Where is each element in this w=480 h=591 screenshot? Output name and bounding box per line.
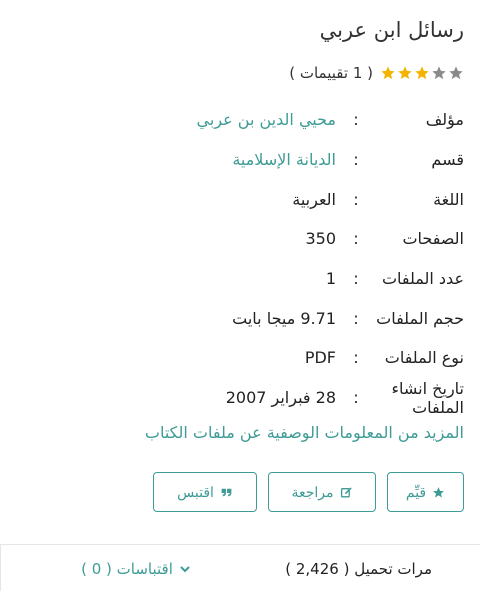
rating-stars[interactable] (379, 65, 464, 81)
meta-row-language: اللغة : العربية (14, 179, 464, 219)
colon: : (353, 388, 359, 408)
quote-label: اقتبس (177, 483, 214, 500)
star-filled-icon[interactable] (414, 65, 430, 81)
colon: : (353, 269, 359, 289)
meta-row-created: تاريخ انشاء الملفات : 28 فبراير 2007 (14, 378, 464, 418)
downloads-label: مرات تحميل (354, 559, 432, 578)
author-link[interactable]: محيي الدين بن عربي (197, 110, 336, 129)
star-empty-icon[interactable] (431, 65, 447, 81)
created-value: 28 فبراير 2007 (225, 388, 336, 408)
quotes-toggle[interactable]: اقتباسات ( 0 ) (0, 545, 247, 591)
category-link[interactable]: الديانة الإسلامية (232, 150, 336, 169)
author-label: مؤلف (425, 110, 464, 130)
meta-row-category: قسم : الديانة الإسلامية (14, 140, 464, 180)
rating-count: ( 1 تقييمات ) (289, 64, 373, 82)
book-footer: مرات تحميل ( 2,426 ) اقتباسات ( 0 ) (0, 544, 480, 591)
colon: : (353, 189, 359, 209)
star-filled-icon[interactable] (380, 65, 396, 81)
file-size-label: حجم الملفات (376, 308, 464, 328)
meta-row-pages: الصفحات : 350 (14, 219, 464, 259)
colon: : (353, 150, 359, 170)
file-type-value: PDF (304, 348, 336, 368)
more-metadata-link[interactable]: المزيد من المعلومات الوصفية عن ملفات الك… (145, 423, 464, 442)
quote-button[interactable]: اقتبس (153, 472, 257, 512)
file-size-value: 9.71 ميجا بايت (232, 308, 336, 328)
star-filled-icon[interactable] (397, 65, 413, 81)
rating-row: ( 1 تقييمات ) (289, 64, 464, 82)
language-value: العربية (292, 189, 336, 209)
rate-button[interactable]: قيِّم (387, 472, 464, 512)
category-label: قسم (431, 150, 464, 170)
meta-row-author: مؤلف : محيي الدين بن عربي (14, 100, 464, 140)
meta-row-file-count: عدد الملفات : 1 (14, 259, 464, 299)
review-label: مراجعة (291, 483, 334, 500)
meta-row-file-size: حجم الملفات : 9.71 ميجا بايت (14, 298, 464, 338)
file-type-label: نوع الملفات (384, 348, 464, 368)
colon: : (353, 229, 359, 249)
action-buttons: قيِّم مراجعة اقتبس (153, 472, 464, 512)
colon: : (353, 348, 359, 368)
star-empty-icon[interactable] (448, 65, 464, 81)
review-button[interactable]: مراجعة (268, 472, 376, 512)
colon: : (353, 308, 359, 328)
colon: : (353, 110, 359, 130)
pages-label: الصفحات (402, 229, 464, 249)
edit-icon (340, 486, 353, 499)
created-label: تاريخ انشاء الملفات (391, 378, 465, 417)
downloads-stat: مرات تحميل ( 2,426 ) (247, 545, 480, 591)
file-count-label: عدد الملفات (381, 269, 464, 289)
book-title: رسائل ابن عربي (319, 18, 464, 42)
quote-icon (220, 486, 233, 499)
language-label: اللغة (433, 189, 464, 209)
file-count-value: 1 (325, 269, 336, 289)
meta-row-file-type: نوع الملفات : PDF (14, 338, 464, 378)
chevron-down-icon (179, 563, 191, 575)
star-icon (432, 486, 445, 499)
rate-label: قيِّم (405, 483, 427, 500)
quotes-label: اقتباسات ( 0 ) (81, 559, 173, 578)
pages-value: 350 (305, 229, 336, 249)
downloads-count: ( 2,426 ) (285, 559, 350, 578)
book-metadata: مؤلف : محيي الدين بن عربي قسم : الديانة … (14, 100, 464, 418)
